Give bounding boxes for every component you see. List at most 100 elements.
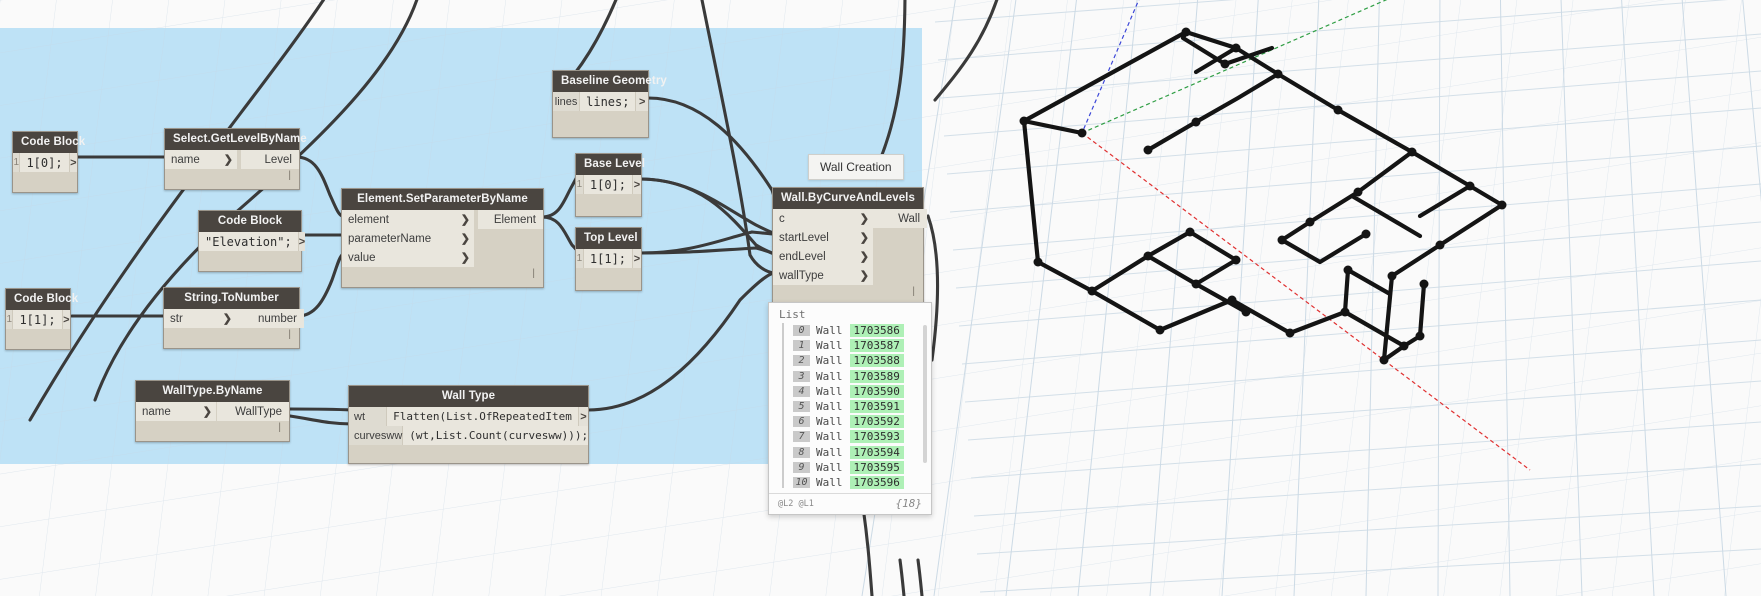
output-chevron-icon[interactable]: >	[632, 249, 641, 268]
code-row[interactable]: 1 1[0]; >	[13, 153, 77, 172]
node-body: c ❯ Wall startLevel ❯ endLevel ❯ wallTyp…	[773, 209, 927, 310]
port-row: wallType ❯	[773, 266, 923, 285]
port-row: name ❯ Level	[165, 150, 299, 169]
code-row[interactable]: 1 1[1]; >	[576, 249, 641, 268]
input-port-parametername[interactable]: parameterName ❯	[342, 229, 474, 248]
list-type: Wall	[816, 415, 843, 429]
list-item[interactable]: 8 Wall 1703594	[779, 445, 931, 460]
code-text-line-1[interactable]: Flatten(List.OfRepeatedItem	[387, 407, 578, 426]
preview-scrollbar[interactable]	[923, 325, 927, 463]
output-chevron-icon[interactable]: >	[297, 232, 306, 251]
list-item[interactable]: 1 Wall 1703587	[779, 338, 931, 353]
node-body: name ❯ WallType |	[136, 402, 289, 441]
code-row[interactable]: 1 1[1]; >	[6, 310, 70, 329]
port-label: number	[258, 312, 297, 325]
code-row[interactable]: 1 1[0]; >	[576, 175, 641, 194]
list-index: 0	[793, 325, 810, 337]
list-item[interactable]: 9 Wall 1703595	[779, 460, 931, 475]
node-title: String.ToNumber	[164, 288, 299, 309]
preview-title: List	[779, 308, 806, 321]
code-row[interactable]: "Elevation"; >	[199, 232, 306, 251]
input-port-name[interactable]: name ❯	[165, 150, 237, 169]
preview-footer: @L2 @L1 {18}	[769, 493, 931, 514]
code-row-2[interactable]: curvesww (wt,List.Count(curvesww)));	[349, 426, 588, 445]
output-port-element[interactable]: Element	[478, 210, 543, 229]
node-body: wt Flatten(List.OfRepeatedItem > curvesw…	[349, 407, 588, 463]
list-item[interactable]: 7 Wall 1703593	[779, 429, 931, 444]
code-row-1[interactable]: wt Flatten(List.OfRepeatedItem >	[349, 407, 588, 426]
node-code-block-elevation[interactable]: Code Block "Elevation"; >	[198, 210, 306, 272]
viewport-grid	[861, 0, 1761, 596]
input-port-str[interactable]: str ❯	[164, 309, 236, 328]
input-port-wt[interactable]: wt	[349, 407, 388, 426]
list-index: 1	[793, 340, 810, 352]
node-title: Code Block	[13, 132, 85, 153]
input-port-value[interactable]: value ❯	[342, 248, 474, 267]
output-port-number[interactable]: number	[236, 309, 304, 328]
input-port-endlevel[interactable]: endLevel ❯	[773, 247, 873, 266]
node-body: lines lines; >	[553, 92, 648, 137]
list-item[interactable]: 0 Wall 1703586	[779, 323, 931, 338]
code-text[interactable]: 1[0];	[20, 153, 68, 172]
node-string-tonumber[interactable]: String.ToNumber str ❯ number |	[163, 287, 304, 349]
node-body: 1 1[1]; >	[6, 310, 70, 349]
code-text[interactable]: 1[0];	[584, 175, 632, 194]
code-text[interactable]: "Elevation";	[199, 232, 298, 251]
list-item[interactable]: 2 Wall 1703588	[779, 353, 931, 368]
node-wall-bycurveandlevels[interactable]: Wall.ByCurveAndLevels c ❯ Wall startLeve…	[772, 187, 927, 311]
node-footer: |	[164, 328, 299, 348]
list-item[interactable]: 10 Wall 1703596	[779, 475, 931, 490]
node-gap	[474, 248, 543, 267]
input-port-curvesww[interactable]: curvesww	[349, 426, 404, 445]
node-element-setparameterbyname[interactable]: Element.SetParameterByName element ❯ Ele…	[341, 188, 544, 288]
node-footer	[553, 111, 648, 137]
list-element-id: 1703593	[849, 430, 904, 444]
list-item[interactable]: 6 Wall 1703592	[779, 414, 931, 429]
list-type: Wall	[816, 324, 843, 338]
list-element-id: 1703590	[849, 384, 904, 398]
list-preview-panel[interactable]: List 0 Wall 1703586 1 Wall 1703587 2 Wal…	[768, 302, 932, 515]
code-row[interactable]: lines lines; >	[553, 92, 648, 111]
output-port-level[interactable]: Level	[241, 150, 299, 169]
input-port-startlevel[interactable]: startLevel ❯	[773, 228, 873, 247]
node-code-block-level-index[interactable]: Code Block 1 1[0]; >	[12, 131, 85, 193]
list-element-id: 1703587	[849, 339, 904, 353]
code-text[interactable]: lines;	[580, 92, 635, 111]
node-footer	[349, 445, 588, 463]
annotation-wall-creation[interactable]: Wall Creation	[808, 154, 904, 180]
list-item[interactable]: 3 Wall 1703589	[779, 369, 931, 384]
node-baseline-geometry[interactable]: Baseline Geometry lines lines; >	[552, 70, 667, 138]
code-text[interactable]: 1[1];	[584, 249, 632, 268]
port-row: startLevel ❯	[773, 228, 923, 247]
output-chevron-icon[interactable]: >	[635, 92, 648, 111]
list-index: 3	[793, 370, 810, 382]
input-port-name[interactable]: name ❯	[136, 402, 216, 421]
output-port-walltype[interactable]: WallType	[217, 402, 289, 421]
input-port-element[interactable]: element ❯	[342, 210, 474, 229]
output-chevron-icon[interactable]: >	[68, 153, 77, 172]
list-index: 6	[793, 416, 810, 428]
output-chevron-icon[interactable]: >	[577, 407, 588, 426]
port-label: str	[170, 312, 183, 325]
list-item[interactable]: 5 Wall 1703591	[779, 399, 931, 414]
output-chevron-icon[interactable]: >	[632, 175, 641, 194]
node-code-block-index-1[interactable]: Code Block 1 1[1]; >	[5, 288, 78, 350]
node-select-getlevelbyname[interactable]: Select.GetLevelByName name ❯ Level |	[164, 128, 307, 190]
list-item[interactable]: 4 Wall 1703590	[779, 384, 931, 399]
node-base-level[interactable]: Base Level 1 1[0]; >	[575, 153, 645, 217]
node-walltype-byname[interactable]: WallType.ByName name ❯ WallType |	[135, 380, 290, 442]
input-port-walltype[interactable]: wallType ❯	[773, 266, 873, 285]
output-chevron-icon[interactable]: >	[61, 310, 70, 329]
node-body: 1 1[0]; >	[13, 153, 77, 192]
code-text[interactable]: 1[1];	[13, 310, 61, 329]
code-text-line-2[interactable]: (wt,List.Count(curvesww)));	[403, 426, 594, 445]
input-port-c[interactable]: c ❯	[773, 209, 873, 228]
node-title: Top Level	[576, 228, 641, 249]
node-title: Baseline Geometry	[553, 71, 667, 92]
output-port-wall[interactable]: Wall	[873, 209, 927, 228]
node-top-level[interactable]: Top Level 1 1[1]; >	[575, 227, 642, 291]
list-element-id: 1703596	[849, 475, 904, 489]
node-wall-type[interactable]: Wall Type wt Flatten(List.OfRepeatedItem…	[348, 385, 589, 464]
node-title: Element.SetParameterByName	[342, 189, 543, 210]
node-state-tick: |	[278, 422, 281, 433]
